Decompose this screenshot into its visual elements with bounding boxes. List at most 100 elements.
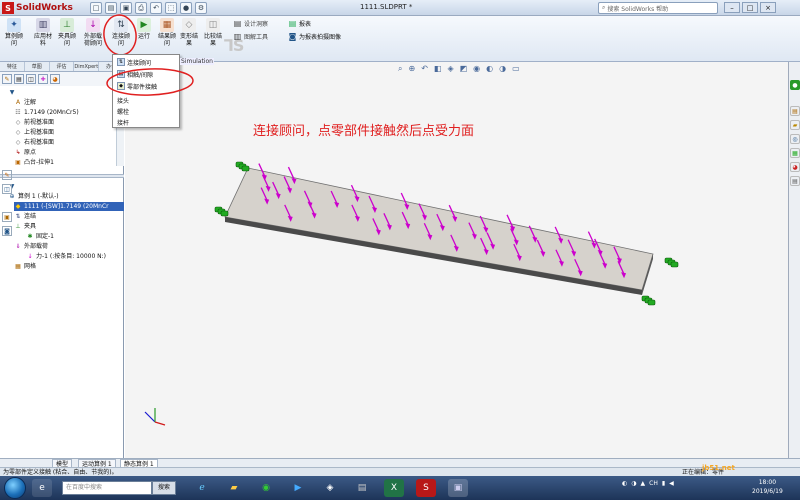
app-icon[interactable]: ◈ — [320, 479, 340, 497]
report-button[interactable]: ▤ 报表 — [288, 19, 311, 28]
window-controls: – □ × — [724, 2, 776, 13]
feature-manager-icon[interactable]: ✎ — [2, 74, 12, 84]
pencil-icon[interactable]: ✎ — [2, 170, 12, 180]
windows-taskbar: e 在百度中搜索 搜索 ℯ ▰ ◉ ▶ ◈ ▤ X S ▣ ◐ ◑ ▲ CH ▮… — [0, 476, 800, 500]
fixture-advisor-button[interactable]: ⊥ 夹具顾问 — [58, 18, 76, 47]
tray-icon-3[interactable]: ▲ — [641, 480, 646, 487]
menu-item-bolt[interactable]: 螺栓 — [115, 106, 179, 116]
sim-item-connections[interactable]: ⇅ 连结 — [14, 212, 36, 221]
design-insight-button[interactable]: ▤ 设计洞察 — [233, 19, 268, 28]
result-advisor-button[interactable]: ▦ 结果顾问 — [158, 18, 176, 47]
ie-browser-icon[interactable]: ℯ — [192, 479, 212, 497]
view-icon[interactable]: ◫ — [2, 184, 12, 194]
window-switch-icon[interactable]: ▣ — [448, 479, 468, 497]
sim-item-study[interactable]: ⊕ 算例 1 (-默认-) — [8, 192, 58, 201]
tab-evaluate[interactable]: 评估 — [50, 62, 75, 71]
plot-tools-button[interactable]: ▥ 图解工具 — [233, 32, 268, 41]
plane-icon: ◇ — [15, 129, 21, 136]
fixture-symbol — [235, 161, 250, 172]
sim-item-mesh[interactable]: ▦ 网格 — [14, 262, 36, 271]
fixture-icon: ✱ — [27, 233, 33, 240]
taskbar-search-button[interactable]: 搜索 — [152, 481, 176, 495]
tray-icon-2[interactable]: ◑ — [631, 480, 636, 487]
sim-item-part[interactable]: ◆ 1111 (-[SW]1.7149 (20MnCr — [14, 202, 124, 211]
sim-item-force-1[interactable]: ↓ 力-1 (:按条目: 10000 N:) — [26, 252, 106, 261]
connection-icon: ⇅ — [15, 213, 21, 220]
rebuild-icon[interactable]: ● — [180, 2, 192, 14]
solidworks-logo-icon: S — [2, 2, 14, 14]
fixture-block — [241, 165, 250, 172]
search-icon: ⌕ — [602, 4, 606, 11]
tree-item-annotations[interactable]: A 注解 — [14, 98, 36, 107]
fixture-icon: ⊥ — [60, 18, 74, 32]
apply-material-button[interactable]: ▥ 应用材料 — [34, 18, 52, 47]
ie-icon[interactable]: e — [32, 479, 52, 497]
property-manager-icon[interactable]: ▤ — [14, 74, 24, 84]
close-button[interactable]: × — [760, 2, 776, 13]
sim-item-fixed-1[interactable]: ✱ 固定-1 — [26, 232, 54, 241]
compare-results-button[interactable]: ◫ 比较结果 — [204, 18, 222, 47]
tree-item-top-plane[interactable]: ◇ 上视基准面 — [14, 128, 54, 137]
fixture-block — [647, 299, 656, 306]
folder-icon[interactable]: ▰ — [224, 479, 244, 497]
filter-icon: ▼ — [9, 88, 15, 96]
filter-row[interactable]: ▼ — [8, 88, 16, 96]
excel-icon[interactable]: X — [384, 479, 404, 497]
annotation-icon: A — [15, 99, 21, 106]
config-manager-icon[interactable]: ◫ — [26, 74, 36, 84]
sim-manager-icon[interactable]: ▣ — [2, 212, 12, 222]
resources-icon[interactable]: ● — [790, 80, 800, 90]
load-icon: ⇓ — [15, 243, 21, 250]
display-manager-icon[interactable]: ◕ — [50, 74, 60, 84]
tree-item-extrude[interactable]: ▣ 凸台-拉伸1 — [14, 158, 54, 167]
undo-icon[interactable]: ↶ — [150, 2, 162, 14]
tree-item-front-plane[interactable]: ◇ 前视基准面 — [14, 118, 54, 127]
study-advisor-button[interactable]: ✦ 算例顾问 — [4, 18, 24, 47]
tab-dimxpert[interactable]: DimXpert — [74, 62, 100, 71]
volume-icon[interactable]: ◀ — [669, 480, 674, 487]
select-icon[interactable]: ⬚ — [165, 2, 177, 14]
design-library-icon[interactable]: ▤ — [790, 106, 800, 116]
site-watermark: jb51.net — [702, 464, 735, 472]
file-explorer-icon[interactable]: ▰ — [790, 120, 800, 130]
sim-settings-icon[interactable]: ◙ — [2, 226, 12, 236]
report-image-button[interactable]: ◙ 为报表拍摄图像 — [288, 32, 341, 41]
fixture-symbol — [641, 295, 656, 306]
tray-icon-1[interactable]: ◐ — [622, 480, 627, 487]
help-search-input[interactable]: ⌕ 搜索 SolidWorks 帮助 — [598, 2, 718, 14]
minimize-button[interactable]: – — [724, 2, 740, 13]
deformed-result-button[interactable]: ◇ 变形结果 — [180, 18, 198, 47]
dimxpert-icon[interactable]: ✚ — [38, 74, 48, 84]
start-button[interactable] — [4, 477, 26, 499]
app-logo[interactable]: S SolidWorks — [2, 1, 73, 15]
network-icon[interactable]: ▮ — [662, 480, 665, 487]
deformed-icon: ◇ — [182, 18, 196, 32]
view-palette-icon[interactable]: ▦ — [790, 148, 800, 158]
fixture-symbol — [214, 206, 229, 217]
part-icon: ◆ — [15, 203, 21, 210]
menu-item-rod[interactable]: 接杆 — [115, 117, 179, 127]
solidworks-taskbar-icon[interactable]: S — [416, 479, 436, 497]
chrome-icon[interactable]: ◉ — [256, 479, 276, 497]
force-icon: ↓ — [27, 253, 33, 260]
tree-item-origin[interactable]: ↳ 原点 — [14, 148, 36, 157]
clock[interactable]: 18:00 2019/6/19 — [752, 478, 783, 496]
tab-features[interactable]: 特征 — [0, 62, 25, 71]
search-pane-icon[interactable]: ◎ — [790, 134, 800, 144]
maximize-button[interactable]: □ — [742, 2, 758, 13]
custom-properties-icon[interactable]: ▤ — [790, 176, 800, 186]
taskbar-search-input[interactable]: 在百度中搜索 — [62, 481, 152, 495]
panel-splitter[interactable] — [0, 174, 124, 178]
tree-item-right-plane[interactable]: ◇ 右视基准面 — [14, 138, 54, 147]
tab-sketch[interactable]: 草图 — [25, 62, 50, 71]
media-player-icon[interactable]: ▶ — [288, 479, 308, 497]
status-bar: 为零部件定义接触 (粘合、自由、节我的)。 正在编辑：零件 — [0, 467, 800, 476]
appearances-icon[interactable]: ◕ — [790, 162, 800, 172]
tray-lang[interactable]: CH — [649, 480, 658, 487]
sim-item-fixtures[interactable]: ⊥ 夹具 — [14, 222, 36, 231]
origin-icon: ↳ — [15, 149, 21, 156]
options-icon[interactable]: ⚙ — [195, 2, 207, 14]
utility-icon[interactable]: ▤ — [352, 479, 372, 497]
sim-item-external-loads[interactable]: ⇓ 外部载荷 — [14, 242, 48, 251]
tree-item-material[interactable]: ☷ 1.7149 (20MnCr5) — [14, 108, 78, 117]
